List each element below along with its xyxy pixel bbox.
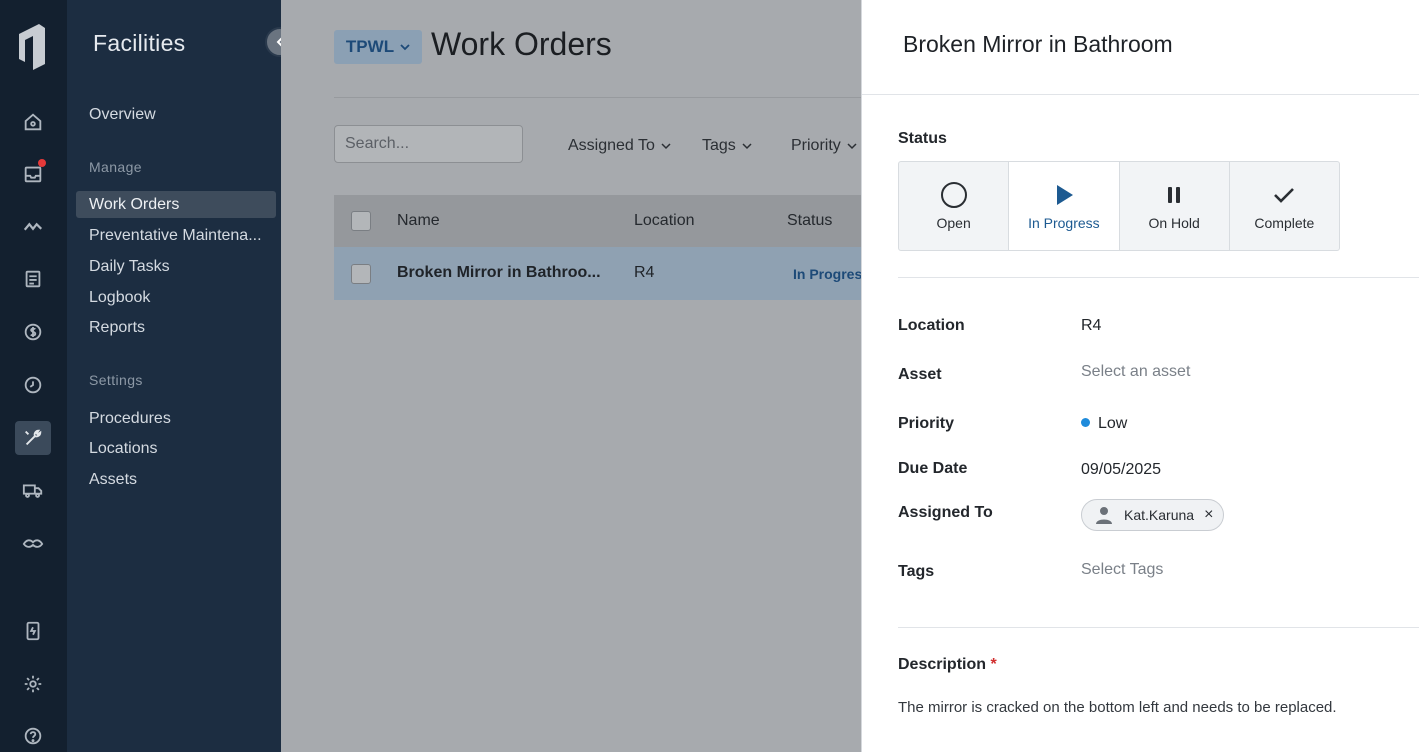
row-status: In Progress xyxy=(793,266,871,282)
table-row[interactable]: Broken Mirror in Bathroo... R4 In Progre… xyxy=(334,247,870,300)
logo-icon[interactable] xyxy=(17,24,47,70)
page-title: Work Orders xyxy=(431,26,612,62)
due-date-value[interactable]: 09/05/2025 xyxy=(1081,461,1161,479)
nav-title: Facilities xyxy=(93,30,186,56)
nav-item-work-orders[interactable]: Work Orders xyxy=(76,191,276,218)
row-checkbox[interactable] xyxy=(351,264,371,284)
nav-item-assets[interactable]: Assets xyxy=(76,466,276,493)
status-option-label: On Hold xyxy=(1148,215,1200,231)
status-open-button[interactable]: Open xyxy=(899,162,1010,250)
nav-section-manage: Manage xyxy=(89,159,142,175)
help-icon[interactable] xyxy=(15,719,51,752)
description-label-text: Description xyxy=(898,656,987,673)
row-name: Broken Mirror in Bathroo... xyxy=(397,264,601,281)
status-on-hold-button[interactable]: On Hold xyxy=(1120,162,1230,250)
search-input[interactable]: Search... xyxy=(334,125,523,163)
gear-icon[interactable] xyxy=(15,667,51,701)
filter-label: Priority xyxy=(791,137,841,154)
status-option-label: In Progress xyxy=(1028,215,1100,231)
location-label: Location xyxy=(898,317,965,334)
nav-item-reports[interactable]: Reports xyxy=(76,314,276,341)
icon-rail xyxy=(0,0,67,752)
divider xyxy=(898,277,1419,278)
priority-label: Priority xyxy=(898,415,955,432)
column-header-location[interactable]: Location xyxy=(634,212,695,230)
nav-item-locations[interactable]: Locations xyxy=(76,435,276,462)
clock-icon[interactable] xyxy=(15,368,51,402)
table-header: Name Location Status xyxy=(334,195,861,247)
nav-item-logbook[interactable]: Logbook xyxy=(76,284,276,311)
remove-assignee-button[interactable]: × xyxy=(1204,506,1213,524)
nav-item-procedures[interactable]: Procedures xyxy=(76,405,276,432)
panel-title: Broken Mirror in Bathroom xyxy=(903,31,1173,57)
nav-item-preventative-maintenance[interactable]: Preventative Maintena... xyxy=(76,222,276,249)
circle-icon xyxy=(940,182,967,208)
assigned-to-label: Assigned To xyxy=(898,504,993,521)
dollar-icon[interactable] xyxy=(15,315,51,349)
filter-label: Assigned To xyxy=(568,137,655,154)
divider xyxy=(862,94,1419,95)
notification-dot xyxy=(38,159,46,167)
nav-item-overview[interactable]: Overview xyxy=(76,101,276,128)
tags-label: Tags xyxy=(898,563,935,580)
wrench-icon[interactable] xyxy=(15,421,51,455)
chevron-down-icon xyxy=(742,143,752,150)
device-icon[interactable] xyxy=(15,614,51,648)
divider xyxy=(334,97,861,98)
status-in-progress-button[interactable]: In Progress xyxy=(1009,162,1120,250)
filter-assigned-to[interactable]: Assigned To xyxy=(568,137,671,155)
work-order-detail-panel: Broken Mirror in Bathroom Status Open In… xyxy=(861,0,1419,752)
asset-select[interactable]: Select an asset xyxy=(1081,363,1190,381)
filter-priority[interactable]: Priority xyxy=(791,137,857,155)
row-location: R4 xyxy=(634,264,655,281)
pause-icon xyxy=(1168,187,1181,203)
nav-sidebar: Facilities Overview Manage Work Orders P… xyxy=(67,0,295,752)
required-marker: * xyxy=(990,656,997,673)
description-label: Description * xyxy=(898,656,997,674)
description-text[interactable]: The mirror is cracked on the bottom left… xyxy=(898,699,1337,716)
filter-tags[interactable]: Tags xyxy=(702,137,752,155)
workspace-selector[interactable]: TPWL xyxy=(334,30,422,64)
priority-value: Low xyxy=(1098,415,1128,432)
nav-item-daily-tasks[interactable]: Daily Tasks xyxy=(76,253,276,280)
status-complete-button[interactable]: Complete xyxy=(1230,162,1339,250)
divider xyxy=(898,627,1419,628)
column-header-name[interactable]: Name xyxy=(397,212,440,230)
user-icon xyxy=(1096,507,1112,524)
play-icon xyxy=(1056,185,1073,205)
due-date-label: Due Date xyxy=(898,460,968,477)
status-selector: Open In Progress On Hold Complete xyxy=(898,161,1340,251)
location-value[interactable]: R4 xyxy=(1081,317,1101,335)
assignee-name: Kat.Karuna xyxy=(1124,507,1195,523)
status-label: Status xyxy=(898,130,947,147)
workspace-label: TPWL xyxy=(345,37,395,56)
select-all-checkbox[interactable] xyxy=(351,211,371,231)
handshake-icon[interactable] xyxy=(15,527,51,561)
truck-icon[interactable] xyxy=(15,473,51,507)
activity-icon[interactable] xyxy=(15,210,51,244)
priority-select[interactable]: Low xyxy=(1081,415,1127,433)
column-header-status[interactable]: Status xyxy=(787,212,832,230)
chevron-down-icon xyxy=(661,143,671,150)
home-icon[interactable] xyxy=(15,105,51,139)
document-icon[interactable] xyxy=(15,262,51,296)
tags-select[interactable]: Select Tags xyxy=(1081,561,1163,579)
assignee-chip: Kat.Karuna × xyxy=(1081,499,1225,531)
asset-label: Asset xyxy=(898,366,942,383)
filter-label: Tags xyxy=(702,137,736,154)
priority-dot xyxy=(1081,418,1090,428)
check-icon xyxy=(1274,188,1295,203)
chevron-down-icon xyxy=(400,44,410,51)
nav-section-settings: Settings xyxy=(89,372,143,388)
status-option-label: Open xyxy=(936,215,971,231)
main-content: TPWL Work Orders Search... Assigned To T… xyxy=(281,0,870,752)
chevron-down-icon xyxy=(847,143,857,150)
status-option-label: Complete xyxy=(1254,215,1315,231)
